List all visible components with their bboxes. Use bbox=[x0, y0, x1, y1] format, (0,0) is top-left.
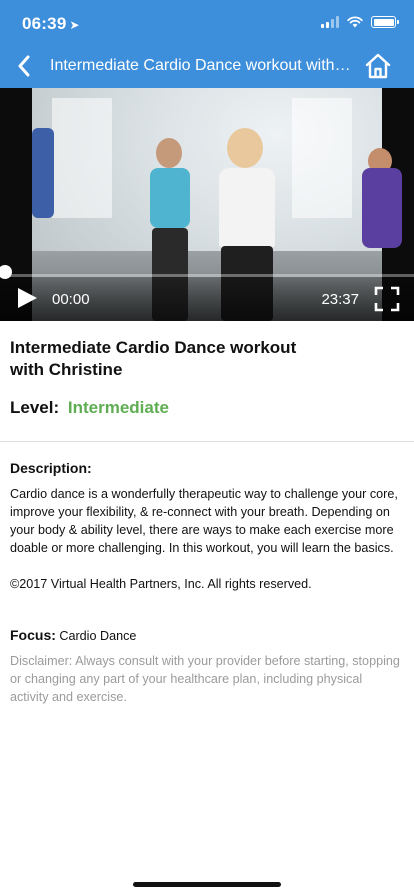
home-icon bbox=[365, 53, 391, 79]
focus-row: Focus: Cardio Dance bbox=[10, 627, 136, 643]
disclaimer-text: Disclaimer: Always consult with your pro… bbox=[10, 654, 400, 704]
wifi-icon bbox=[347, 16, 363, 28]
battery-icon bbox=[371, 16, 399, 28]
focus-label: Focus: bbox=[10, 627, 56, 643]
video-controls: 00:00 23:37 bbox=[0, 265, 414, 321]
workout-title: Intermediate Cardio Dance workout with C… bbox=[10, 338, 297, 379]
copyright-text: ©2017 Virtual Health Partners, Inc. All … bbox=[10, 577, 312, 591]
divider bbox=[0, 441, 414, 442]
video-current-time: 00:00 bbox=[52, 291, 90, 308]
status-icons bbox=[321, 16, 399, 28]
video-progress-bar[interactable] bbox=[0, 265, 414, 279]
video-player[interactable]: 00:00 23:37 bbox=[0, 88, 414, 321]
video-total-time: 23:37 bbox=[321, 291, 359, 308]
status-time-text: 06:39 bbox=[22, 14, 67, 33]
nav-bar: Intermediate Cardio Dance workout with C… bbox=[0, 44, 414, 88]
video-progress-knob[interactable] bbox=[0, 265, 12, 279]
level-label: Level: bbox=[10, 398, 60, 417]
play-icon bbox=[18, 288, 37, 308]
level-row: Level: Intermediate bbox=[10, 398, 169, 418]
play-button[interactable] bbox=[14, 285, 40, 311]
description-body: Cardio dance is a wonderfully therapeuti… bbox=[10, 487, 398, 555]
back-button[interactable] bbox=[8, 50, 40, 82]
status-bar: 06:39 ➤ bbox=[0, 0, 414, 44]
home-indicator bbox=[133, 882, 281, 887]
status-time: 06:39 ➤ bbox=[22, 14, 80, 34]
location-icon: ➤ bbox=[69, 18, 80, 32]
cellular-signal-icon bbox=[321, 16, 339, 28]
nav-title: Intermediate Cardio Dance workout with C… bbox=[50, 57, 354, 74]
fullscreen-icon bbox=[374, 286, 400, 312]
fullscreen-button[interactable] bbox=[374, 286, 400, 312]
chevron-left-icon bbox=[18, 55, 30, 77]
level-value: Intermediate bbox=[67, 398, 169, 417]
home-button[interactable] bbox=[362, 50, 394, 82]
description-heading: Description: bbox=[10, 460, 92, 476]
app-header: 06:39 ➤ Intermediate Cardio Dance workout… bbox=[0, 0, 414, 88]
focus-value: Cardio Dance bbox=[59, 629, 137, 643]
